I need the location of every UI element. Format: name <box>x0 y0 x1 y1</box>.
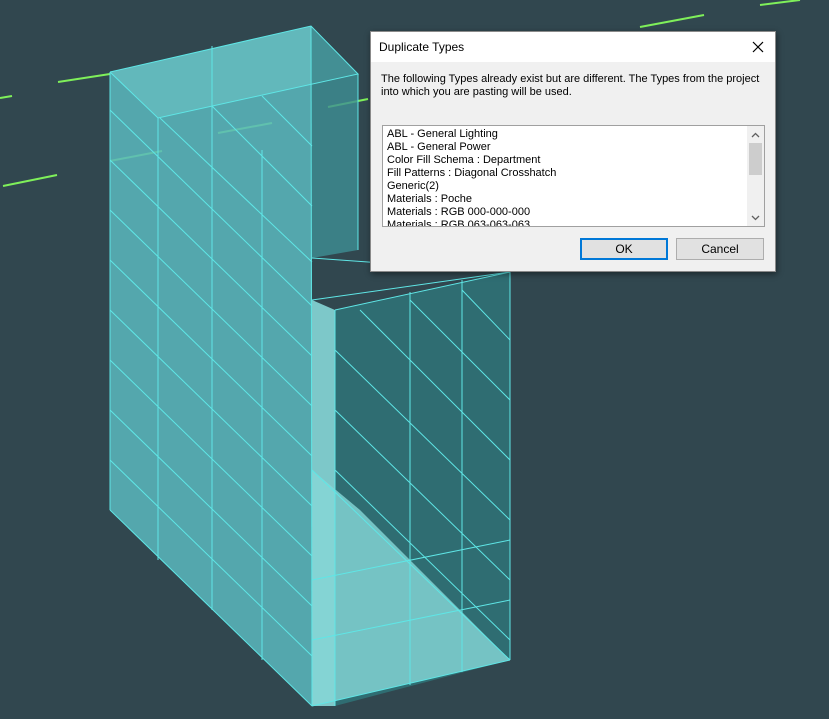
ok-button[interactable]: OK <box>580 238 668 260</box>
dialog-titlebar[interactable]: Duplicate Types <box>371 32 775 62</box>
scroll-up-button[interactable] <box>747 126 764 143</box>
scroll-down-button[interactable] <box>747 209 764 226</box>
list-item[interactable]: Fill Patterns : Diagonal Crosshatch <box>383 167 747 180</box>
model-front-edge-face <box>312 300 335 706</box>
list-item[interactable]: Generic(2) <box>383 180 747 193</box>
list-item[interactable]: Color Fill Schema : Department <box>383 154 747 167</box>
chevron-down-icon <box>751 215 760 220</box>
dialog-title: Duplicate Types <box>379 40 465 54</box>
duplicate-types-dialog: Duplicate Types The following Types alre… <box>370 31 776 272</box>
dialog-message: The following Types already exist but ar… <box>381 73 760 98</box>
model-left-face <box>110 26 312 706</box>
list-item[interactable]: Materials : RGB 063-063-063 <box>383 219 747 226</box>
close-icon <box>752 41 764 53</box>
list-item[interactable]: Materials : Poche <box>383 193 747 206</box>
list-item[interactable]: Materials : RGB 000-000-000 <box>383 206 747 219</box>
duplicate-types-list[interactable]: ABL - General Lighting ABL - General Powe… <box>382 125 765 227</box>
model-right-face <box>311 26 358 258</box>
cancel-button[interactable]: Cancel <box>676 238 764 260</box>
list-item[interactable]: ABL - General Lighting <box>383 128 747 141</box>
list-item[interactable]: ABL - General Power <box>383 141 747 154</box>
list-scrollbar[interactable] <box>747 126 764 226</box>
close-button[interactable] <box>741 32 775 62</box>
list-items-container: ABL - General Lighting ABL - General Powe… <box>383 128 747 226</box>
scroll-thumb[interactable] <box>749 143 762 175</box>
chevron-up-icon <box>751 132 760 137</box>
